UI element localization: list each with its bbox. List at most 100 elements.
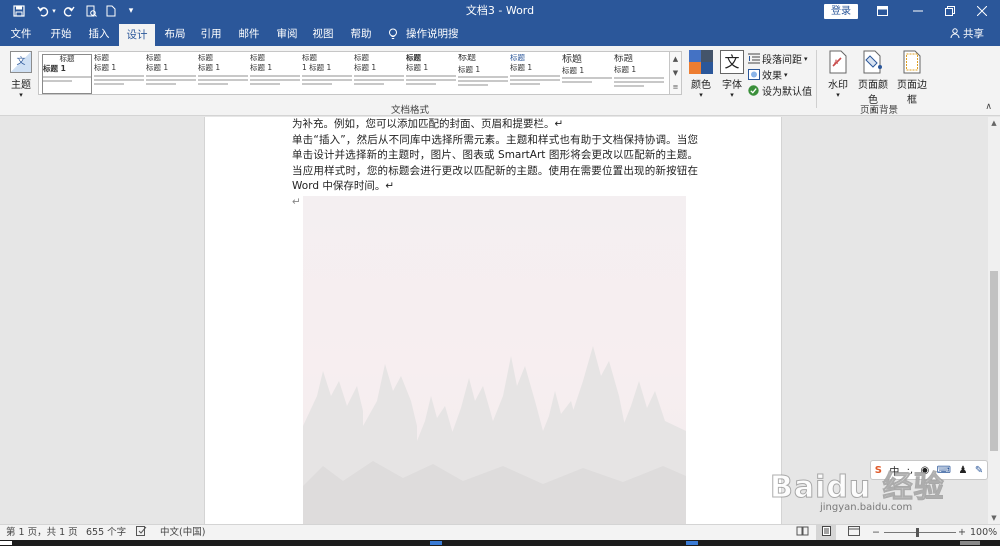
thumb-heading: 标题 1 (146, 63, 169, 73)
document-body[interactable]: 为补充。例如，您可以添加匹配的封面、页眉和提要栏。↵ 单击“插入”，然后从不同库… (292, 117, 698, 210)
keyboard-icon[interactable]: ⌨ (937, 465, 951, 476)
style-set-thumb[interactable]: 标题 标题 1 (458, 54, 508, 94)
tab-help[interactable]: 帮助 (344, 22, 378, 46)
wrench-icon[interactable]: ✎ (975, 465, 983, 476)
zoom-slider-thumb[interactable] (916, 528, 919, 537)
language-indicator[interactable]: 中文(中国) (160, 525, 205, 541)
ime-voice-icon[interactable]: ◉ (920, 465, 929, 476)
style-set-thumb[interactable]: 标题 标题 1 (42, 54, 92, 94)
collapse-ribbon-icon[interactable]: ∧ (985, 102, 992, 112)
tab-view[interactable]: 视图 (306, 22, 340, 46)
ime-logo-icon[interactable]: S (875, 465, 882, 476)
close-icon[interactable] (964, 0, 1000, 22)
chevron-down-icon: ▾ (19, 91, 23, 99)
effects-label: 效果 (762, 71, 782, 82)
tab-design[interactable]: 设计 (119, 24, 155, 46)
paragraph[interactable]: 为补充。例如，您可以添加匹配的封面、页眉和提要栏。↵ (292, 117, 698, 133)
read-mode-icon[interactable] (796, 525, 809, 541)
page-borders-button[interactable]: 页面边框 (893, 50, 931, 106)
ime-punct-icon[interactable]: ·, (907, 465, 913, 476)
tab-file[interactable]: 文件 (4, 22, 38, 46)
person-icon (950, 28, 960, 39)
redo-icon[interactable] (58, 0, 80, 22)
input-method-toolbar[interactable]: S 中 ·, ◉ ⌨ ♟ ✎ (870, 460, 988, 480)
document-area: 为补充。例如，您可以添加匹配的封面、页眉和提要栏。↵ 单击“插入”，然后从不同库… (0, 117, 988, 524)
minimize-icon[interactable] (900, 0, 936, 22)
document-page[interactable]: 为补充。例如，您可以添加匹配的封面、页眉和提要栏。↵ 单击“插入”，然后从不同库… (204, 117, 782, 524)
ribbon-separator (816, 50, 817, 108)
thumb-title: 标题 (510, 54, 525, 62)
thumb-heading: 1 标题 1 (302, 63, 332, 73)
style-set-thumb[interactable]: 标题 标题 1 (406, 54, 456, 94)
thumb-title: 标题 (250, 54, 265, 62)
ribbon-display-icon[interactable] (864, 0, 900, 22)
thumb-title: 标题 (614, 54, 634, 64)
set-as-default-button[interactable]: 设为默认值 (748, 83, 812, 98)
proofing-icon[interactable] (136, 525, 147, 541)
colors-button[interactable]: 颜色 ▾ (686, 50, 716, 99)
zoom-level[interactable]: 100% (970, 525, 997, 541)
taskbar-start[interactable] (0, 541, 12, 545)
scrollbar-thumb[interactable] (990, 271, 998, 451)
watermark-button[interactable]: A 水印 ▾ (824, 50, 852, 99)
tab-references[interactable]: 引用 (194, 22, 228, 46)
paragraph[interactable]: 单击“插入”，然后从不同库中选择所需元素。主题和样式也有助于文档保持协调。当您单… (292, 133, 698, 195)
word-count[interactable]: 655 个字 (86, 525, 126, 541)
tab-mailings[interactable]: 邮件 (232, 22, 266, 46)
user-icon[interactable]: ♟ (958, 465, 967, 476)
customize-icon[interactable]: ▾ (120, 0, 142, 22)
gallery-more-icon[interactable]: ≡ (673, 83, 679, 91)
tell-me-search[interactable]: 操作说明搜索 (406, 22, 466, 64)
gallery-scroll[interactable]: ▲ ▼ ≡ (670, 51, 682, 95)
style-set-thumb[interactable]: 标题 标题 1 (94, 54, 144, 94)
print-preview-icon[interactable] (80, 0, 102, 22)
tab-home[interactable]: 开始 (44, 22, 78, 46)
effects-icon (748, 69, 760, 80)
vertical-scrollbar[interactable]: ▲ ▼ (988, 117, 1000, 524)
web-layout-icon[interactable] (848, 525, 860, 541)
thumb-heading: 标题 1 (510, 63, 533, 73)
print-layout-icon[interactable] (816, 525, 836, 541)
group-label-page-background: 页面背景 (859, 105, 898, 116)
style-set-thumb[interactable]: 标题 标题 1 (250, 54, 300, 94)
themes-button[interactable]: 文 主题 ▾ (6, 51, 36, 107)
taskbar-item[interactable] (430, 541, 442, 545)
tab-insert[interactable]: 插入 (82, 22, 116, 46)
thumb-title: 标题 (146, 54, 161, 62)
scroll-up-arrow-icon[interactable]: ▲ (988, 117, 1000, 129)
style-set-thumb[interactable]: 标题 标题 1 (354, 54, 404, 94)
style-set-thumb[interactable]: 标题 标题 1 (614, 54, 664, 94)
style-set-thumb[interactable]: 标题 标题 1 (198, 54, 248, 94)
style-set-thumb[interactable]: 标题 1 标题 1 (302, 54, 352, 94)
restore-icon[interactable] (932, 0, 968, 22)
paragraph-spacing-button[interactable]: 段落间距 ▾ (748, 51, 808, 66)
scroll-down-arrow-icon[interactable]: ▼ (988, 512, 1000, 524)
fonts-button[interactable]: 文 字体 ▾ (718, 50, 746, 99)
style-set-thumb[interactable]: 标题 标题 1 (510, 54, 560, 94)
thumb-title: 标题 (59, 54, 75, 63)
paragraph-spacing-icon (748, 53, 760, 64)
style-set-thumb[interactable]: 标题 标题 1 (146, 54, 196, 94)
login-button[interactable]: 登录 (824, 4, 858, 19)
style-set-thumb[interactable]: 标题 标题 1 (562, 54, 612, 94)
scroll-down-icon[interactable]: ▼ (673, 69, 678, 77)
paragraph[interactable]: ↵ (292, 195, 698, 211)
new-document-icon[interactable] (100, 0, 122, 22)
taskbar-tray[interactable] (960, 541, 980, 545)
ime-mode-icon[interactable]: 中 (889, 463, 899, 478)
chevron-down-icon: ▾ (699, 91, 703, 99)
tab-layout[interactable]: 布局 (158, 22, 192, 46)
taskbar-item[interactable] (686, 541, 698, 545)
fonts-icon: 文 (720, 50, 744, 74)
page-count[interactable]: 第 1 页，共 1 页 (6, 525, 78, 541)
watermark-icon: A (828, 50, 848, 74)
scroll-up-icon[interactable]: ▲ (673, 55, 678, 63)
ribbon-tab-bar: 文件 开始 插入 设计 布局 引用 邮件 审阅 视图 帮助 操作说明搜索 共享 (0, 22, 1000, 64)
save-icon[interactable] (8, 0, 30, 22)
zoom-out-button[interactable]: − (872, 525, 880, 541)
share-button[interactable]: 共享 (950, 22, 984, 46)
tab-review[interactable]: 审阅 (270, 22, 304, 46)
zoom-in-button[interactable]: + (958, 525, 966, 541)
zoom-slider[interactable] (884, 532, 956, 533)
effects-button[interactable]: 效果 ▾ (748, 67, 788, 82)
